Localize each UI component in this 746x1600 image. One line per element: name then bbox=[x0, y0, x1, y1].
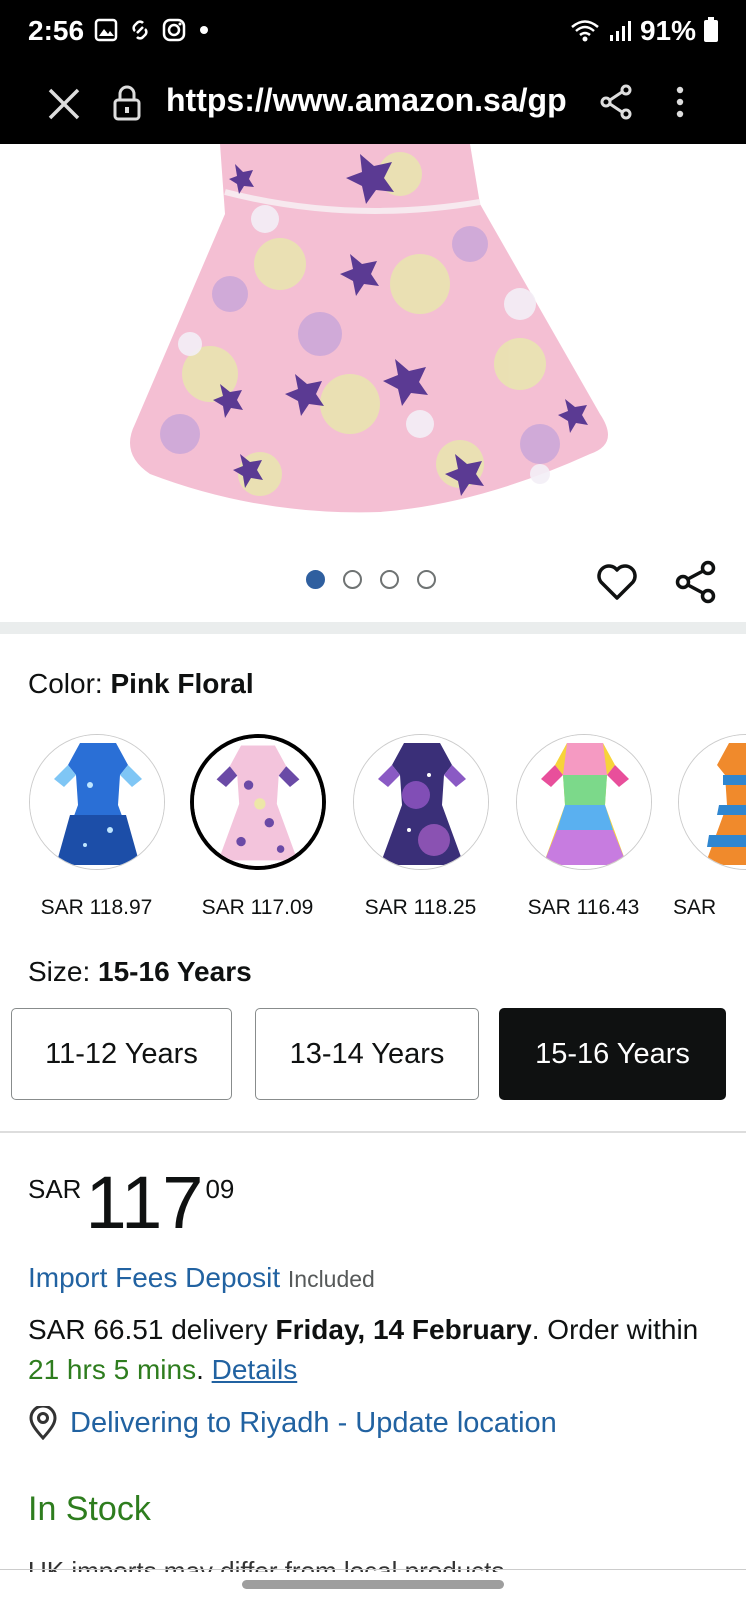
share-icon[interactable] bbox=[596, 82, 636, 122]
heart-icon[interactable] bbox=[596, 562, 638, 602]
delivery-countdown: 21 hrs 5 mins bbox=[28, 1354, 197, 1385]
swatch-price: SAR bbox=[673, 896, 717, 919]
import-fees: Import Fees Deposit Included bbox=[28, 1262, 375, 1294]
color-swatch[interactable]: SAR 118.97 bbox=[14, 734, 179, 920]
swatch-price: SAR 117.09 bbox=[201, 896, 314, 919]
location-link[interactable]: Delivering to Riyadh - Update location bbox=[70, 1407, 557, 1440]
close-icon[interactable] bbox=[44, 84, 84, 124]
carousel-dot[interactable] bbox=[343, 570, 362, 589]
status-icons bbox=[94, 18, 208, 42]
swatch-price: SAR 118.25 bbox=[364, 896, 477, 919]
price-whole: 117 bbox=[85, 1161, 204, 1244]
signal-icon bbox=[609, 21, 631, 41]
color-swatch[interactable]: SAR bbox=[663, 734, 746, 920]
swatch-price: SAR 118.97 bbox=[40, 896, 153, 919]
size-label-prefix: Size: bbox=[28, 956, 91, 987]
wifi-icon bbox=[571, 20, 599, 42]
swatch-image bbox=[352, 734, 489, 870]
import-fees-note: Included bbox=[287, 1266, 375, 1292]
swatch-image bbox=[677, 734, 746, 870]
import-fees-link[interactable]: Import Fees Deposit bbox=[28, 1262, 280, 1293]
delivery-cost: SAR 66.51 delivery bbox=[28, 1314, 268, 1345]
battery-percent: 91% bbox=[639, 15, 696, 46]
carousel-dot[interactable] bbox=[380, 570, 399, 589]
browser-url-bar: https://www.amazon.sa/gp/ bbox=[0, 66, 746, 144]
size-label: Size: 15-16 Years bbox=[28, 956, 252, 988]
size-option-button-selected[interactable]: 15-16 Years bbox=[499, 1008, 726, 1100]
color-label: Color: Pink Floral bbox=[28, 668, 254, 700]
color-swatch[interactable]: SAR 118.25 bbox=[338, 734, 503, 920]
status-time: 2:56 bbox=[28, 15, 85, 46]
image-carousel-controls bbox=[0, 522, 746, 622]
link-icon bbox=[132, 20, 148, 40]
price-fraction: 09 bbox=[205, 1174, 235, 1204]
gallery-icon bbox=[94, 18, 118, 42]
lock-icon[interactable] bbox=[112, 82, 142, 122]
instagram-icon bbox=[162, 18, 186, 42]
product-image[interactable] bbox=[0, 144, 746, 522]
delivery-date: Friday, 14 February bbox=[275, 1314, 532, 1345]
section-divider bbox=[0, 1131, 746, 1133]
delivery-details-link[interactable]: Details bbox=[212, 1354, 298, 1385]
status-bar: 2:56 91% bbox=[0, 0, 746, 66]
product-dress-illustration bbox=[0, 144, 746, 522]
url-text[interactable]: https://www.amazon.sa/gp/ bbox=[166, 82, 566, 119]
notification-dot bbox=[200, 26, 208, 34]
selected-color: Pink Floral bbox=[110, 668, 254, 699]
selected-size: 15-16 Years bbox=[98, 956, 252, 987]
color-swatch[interactable]: SAR 116.43 bbox=[501, 734, 666, 920]
price-currency: SAR bbox=[28, 1174, 82, 1204]
bottom-divider bbox=[0, 1569, 746, 1570]
swatch-price: SAR 116.43 bbox=[527, 896, 640, 919]
size-option-button[interactable]: 11-12 Years bbox=[11, 1008, 232, 1100]
color-swatches: SAR 118.97 SAR 117.09 SAR 118.25 SAR 116… bbox=[0, 734, 746, 924]
location-pin-icon bbox=[29, 1406, 57, 1440]
swatch-image bbox=[515, 734, 652, 870]
swatch-image bbox=[28, 734, 165, 870]
carousel-dot[interactable] bbox=[306, 570, 325, 589]
delivery-info: SAR 66.51 delivery Friday, 14 February. … bbox=[28, 1314, 699, 1385]
delivery-order-within: . Order within bbox=[531, 1314, 699, 1345]
size-option-button[interactable]: 13-14 Years bbox=[255, 1008, 479, 1100]
stock-status: In Stock bbox=[28, 1490, 151, 1528]
gesture-nav-bar[interactable] bbox=[242, 1580, 504, 1589]
delivery-location[interactable]: Delivering to Riyadh - Update location bbox=[28, 1406, 557, 1440]
section-divider bbox=[0, 622, 746, 634]
swatch-image bbox=[189, 734, 326, 870]
more-vert-icon[interactable] bbox=[670, 82, 690, 122]
share-icon[interactable] bbox=[674, 560, 718, 604]
battery-icon bbox=[704, 17, 718, 42]
color-label-prefix: Color: bbox=[28, 668, 103, 699]
status-right: 91% bbox=[570, 15, 718, 47]
carousel-dots bbox=[306, 570, 436, 589]
color-swatch[interactable]: SAR 117.09 bbox=[175, 734, 340, 920]
carousel-dot[interactable] bbox=[417, 570, 436, 589]
price: SAR 117 09 bbox=[28, 1161, 235, 1244]
